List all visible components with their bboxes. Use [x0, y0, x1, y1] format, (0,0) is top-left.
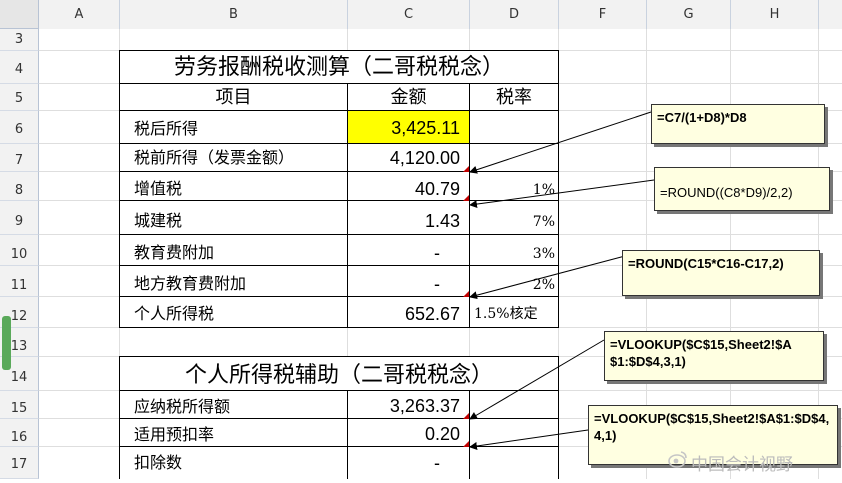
comment-note[interactable]: =ROUND((C8*D9)/2,2)	[654, 167, 830, 211]
comment-arrow	[469, 179, 655, 209]
comment-indicator[interactable]	[463, 441, 469, 447]
comment-indicator[interactable]	[463, 291, 469, 297]
comment-arrow	[469, 339, 605, 420]
comment-arrow	[469, 255, 626, 300]
comment-note[interactable]: =VLOOKUP($C$15,Sheet2!$A$1:$D$4,3,1)	[604, 331, 824, 381]
weibo-logo	[668, 449, 688, 469]
comment-note[interactable]: =C7/(1+D8)*D8	[651, 104, 825, 144]
comment-note[interactable]: =ROUND(C15*C16-C17,2)	[622, 250, 820, 296]
comment-arrow	[469, 429, 589, 450]
comment-indicator[interactable]	[463, 195, 469, 201]
comment-arrow	[469, 111, 652, 174]
watermark-text: 中国会计视野	[691, 455, 793, 475]
comment-indicator[interactable]	[463, 413, 469, 419]
comment-indicator[interactable]	[463, 166, 469, 172]
